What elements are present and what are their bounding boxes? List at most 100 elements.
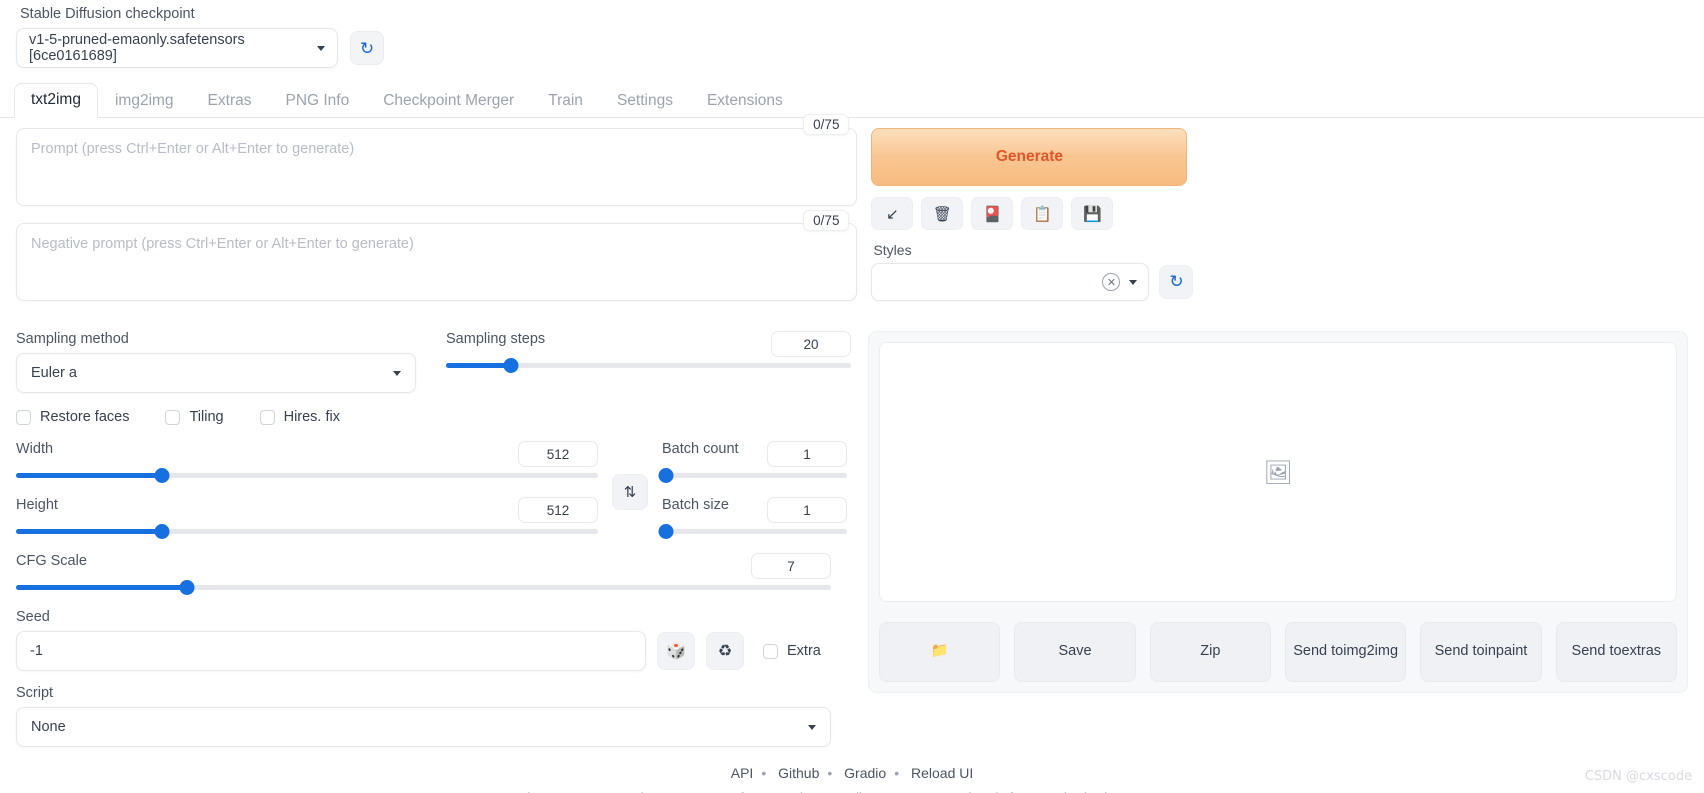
checkbox-icon[interactable] [16, 409, 31, 425]
batch-size-value[interactable]: 1 [767, 497, 847, 523]
slider-knob[interactable] [179, 579, 195, 595]
prompt-token-counter: 0/75 [803, 114, 850, 135]
prompt-input[interactable]: Prompt (press Ctrl+Enter or Alt+Enter to… [16, 128, 858, 206]
width-head: Width 512 [16, 441, 598, 467]
slider-knob[interactable] [658, 523, 674, 539]
script-select[interactable]: None [16, 707, 831, 747]
checkpoint-section: Stable Diffusion checkpoint v1-5-pruned-… [0, 0, 1704, 68]
tab-checkpoint-merger[interactable]: Checkpoint Merger [366, 84, 531, 118]
slider-track [658, 467, 847, 483]
top-area: 0/75 Prompt (press Ctrl+Enter or Alt+Ent… [0, 114, 1704, 301]
generate-button[interactable]: Generate [871, 128, 1188, 186]
footer: API• Github• Gradio• Reload UI python: 3… [0, 765, 1704, 793]
show-extra-networks-button[interactable]: 🎴 [971, 197, 1014, 230]
send-to-extras-button[interactable]: Send to extras [1555, 622, 1677, 682]
swap-dimensions-icon: ⇅ [623, 484, 637, 501]
refresh-styles-button[interactable]: ↻ [1159, 265, 1194, 299]
clipboard-icon: 📋 [1033, 205, 1052, 223]
footer-link-gradio[interactable]: Gradio [844, 765, 886, 781]
checkpoint-row: v1-5-pruned-emaonly.safetensors [6ce0161… [16, 28, 1704, 68]
tab-img2img[interactable]: img2img [98, 84, 191, 118]
zip-button[interactable]: Zip [1149, 622, 1271, 682]
output-column: 🖼 📁 Save Zip Send to img2img Send to inpai… [868, 331, 1688, 747]
slider-track [16, 523, 598, 539]
restore-faces-label: Restore faces [40, 409, 130, 425]
sampling-steps-slider[interactable] [446, 357, 851, 373]
slider-knob[interactable] [658, 467, 674, 483]
watermark: CSDN @cxscode [1584, 769, 1692, 784]
negative-prompt-input[interactable]: Negative prompt (press Ctrl+Enter or Alt… [16, 223, 858, 301]
tiling-checkbox[interactable]: Tiling [165, 409, 224, 425]
height-value[interactable]: 512 [518, 497, 598, 523]
main-columns: Sampling method Euler a Sampling steps 2… [0, 321, 1704, 747]
chevron-down-icon [317, 45, 325, 51]
restore-faces-checkbox[interactable]: Restore faces [16, 409, 129, 425]
tab-txt2img[interactable]: txt2img [14, 83, 98, 118]
slider-knob[interactable] [154, 467, 169, 483]
sampling-steps-value[interactable]: 20 [771, 331, 851, 357]
random-seed-button[interactable]: 🎲 [657, 632, 695, 670]
open-folder-button[interactable]: 📁 [879, 622, 1001, 682]
slider-fill [16, 584, 188, 590]
tab-extensions[interactable]: Extensions [690, 84, 800, 118]
footer-link-reload-ui[interactable]: Reload UI [911, 765, 973, 781]
send-to-inpaint-button[interactable]: Send to inpaint [1420, 622, 1542, 682]
close-icon[interactable]: ✕ [1102, 273, 1121, 291]
hires-fix-checkbox[interactable]: Hires. fix [259, 409, 340, 425]
batch-count-value[interactable]: 1 [767, 441, 847, 467]
clear-prompt-button[interactable]: 🗑 [921, 197, 964, 230]
script-label: Script [16, 685, 54, 701]
separator-dot: • [761, 765, 767, 781]
reuse-seed-button[interactable]: ♻ [706, 632, 744, 670]
gallery-preview[interactable]: 🖼 [879, 342, 1677, 602]
cfg-scale-value[interactable]: 7 [751, 553, 831, 579]
create-style-button[interactable]: 💾 [1071, 197, 1114, 230]
width-slider[interactable] [16, 467, 598, 483]
send-to-img2img-button[interactable]: Send to img2img [1284, 622, 1407, 682]
slider-knob[interactable] [154, 523, 169, 539]
height-head: Height 512 [16, 497, 598, 523]
toggle-checkboxes: Restore faces Tiling Hires. fix [16, 409, 854, 425]
sampling-method-label: Sampling method [16, 331, 129, 347]
styles-row: ✕ ↻ [871, 263, 1194, 301]
restore-progress-button[interactable]: ↙ [871, 197, 914, 230]
sampling-method-select[interactable]: Euler a [16, 353, 416, 393]
seed-input[interactable]: -1 [16, 631, 646, 671]
extra-seed-checkbox[interactable]: Extra [763, 643, 821, 659]
art-card-icon: 🎴 [983, 205, 1002, 223]
save-button[interactable]: Save [1014, 622, 1136, 682]
footer-link-github[interactable]: Github [778, 765, 819, 781]
generate-column: Generate ↙ 🗑 🎴 📋 💾 Styles ✕ ↻ [871, 128, 1688, 301]
sampling-steps-label: Sampling steps [446, 331, 546, 347]
checkbox-icon[interactable] [259, 409, 275, 425]
swap-dimensions-button[interactable]: ⇅ [612, 474, 648, 510]
prompt-tool-buttons: ↙ 🗑 🎴 📋 💾 [871, 197, 1193, 230]
negative-prompt-token-counter: 0/75 [803, 210, 850, 231]
slider-knob[interactable] [503, 357, 519, 373]
apply-style-button[interactable]: 📋 [1021, 197, 1064, 230]
checkpoint-select[interactable]: v1-5-pruned-emaonly.safetensors [6ce0161… [16, 28, 338, 68]
seed-row: -1 🎲 ♻ Extra [16, 631, 854, 671]
tab-png-info[interactable]: PNG Info [268, 84, 366, 118]
slider-track [658, 523, 847, 539]
cfg-scale-slider[interactable] [16, 579, 831, 595]
checkbox-icon[interactable] [165, 409, 181, 425]
slider-fill [446, 362, 511, 368]
gallery-buttons: 📁 Save Zip Send to img2img Send to inpaint… [879, 622, 1677, 682]
dimensions-row: Width 512 Height 512 ⇅ Batch count 1 Bat… [16, 441, 854, 539]
batch-count-slider[interactable] [658, 467, 847, 483]
width-value[interactable]: 512 [518, 441, 598, 467]
styles-select[interactable]: ✕ [871, 263, 1150, 301]
image-placeholder-icon: 🖼 [1263, 458, 1293, 485]
footer-link-api[interactable]: API [731, 765, 754, 781]
tab-extras[interactable]: Extras [191, 84, 269, 118]
height-slider[interactable] [16, 523, 598, 539]
tab-train[interactable]: Train [531, 84, 600, 118]
refresh-checkpoints-button[interactable]: ↻ [350, 31, 384, 65]
footer-links: API • Github • Gradio • Reload UI [0, 765, 1704, 781]
tab-settings[interactable]: Settings [600, 84, 690, 118]
checkbox-icon[interactable] [763, 643, 778, 659]
generate-group: Generate ↙ 🗑 🎴 📋 💾 Styles ✕ ↻ [871, 128, 1194, 301]
batch-size-slider[interactable] [658, 523, 847, 539]
slider-fill [16, 472, 162, 478]
